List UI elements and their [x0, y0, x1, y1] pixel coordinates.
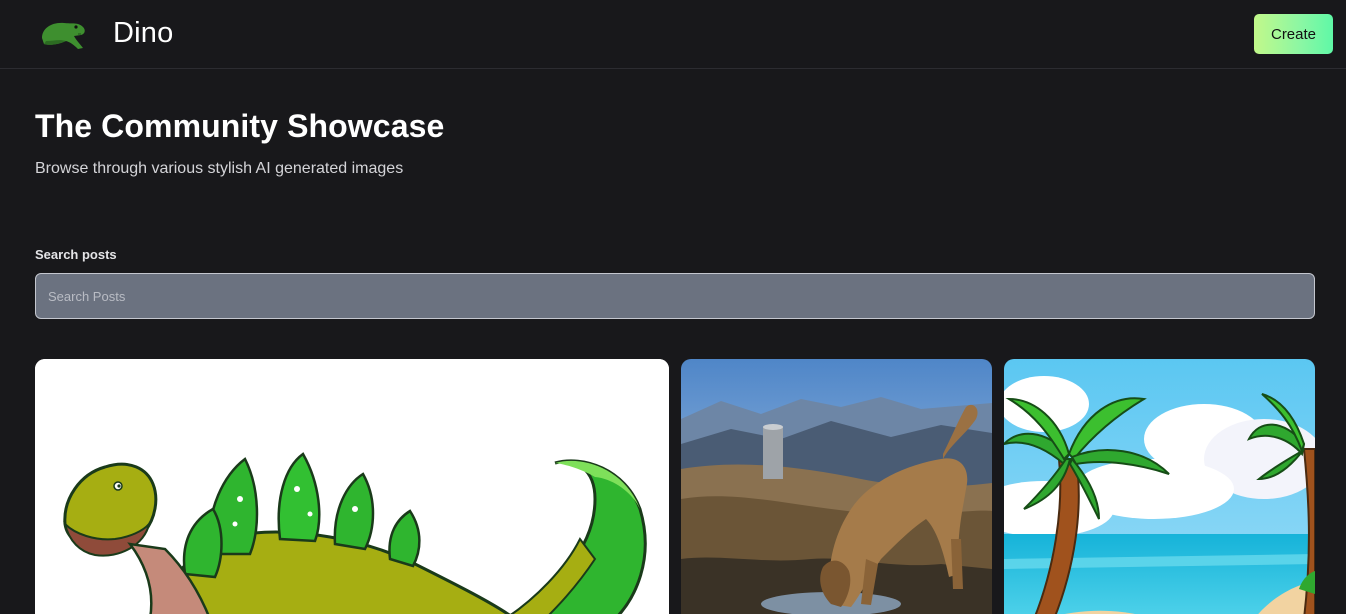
post-image-dog: [681, 359, 992, 614]
post-image-dinosaur: [35, 359, 669, 614]
post-card-dog[interactable]: [681, 359, 992, 614]
page-subtitle: Browse through various stylish AI genera…: [35, 160, 404, 177]
create-button[interactable]: Create: [1254, 14, 1333, 54]
search-label: Search posts: [35, 247, 117, 262]
brand-name[interactable]: Dino: [113, 17, 173, 50]
top-navbar: Dino Create: [0, 0, 1346, 69]
post-card-beach[interactable]: [1004, 359, 1315, 614]
post-card-dinosaur[interactable]: [35, 359, 669, 614]
search-input[interactable]: [35, 273, 1315, 319]
page-title: The Community Showcase: [35, 108, 445, 144]
post-image-beach: [1004, 359, 1315, 614]
dinosaur-head-icon[interactable]: [36, 14, 90, 54]
